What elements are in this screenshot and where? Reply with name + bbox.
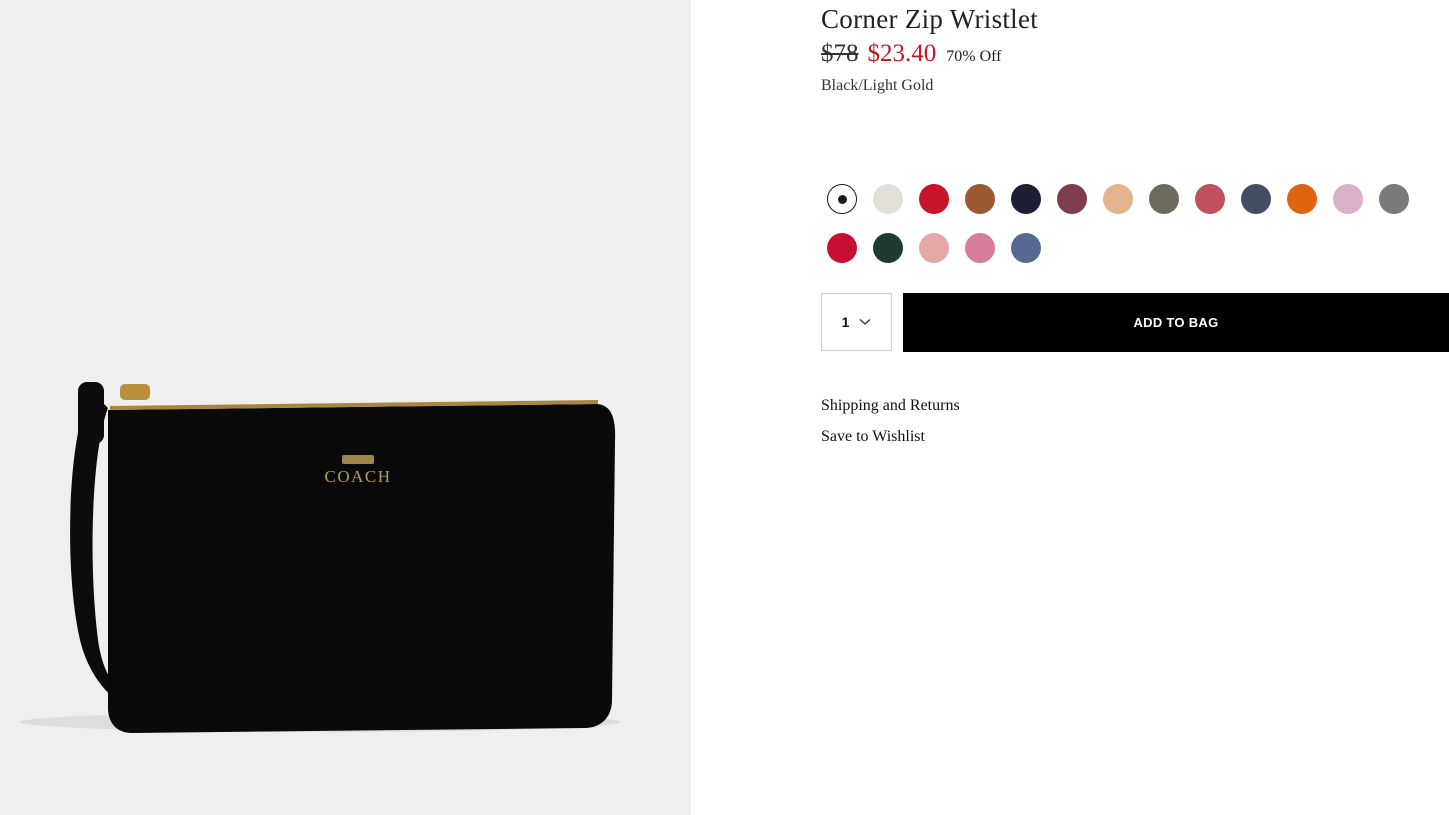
- color-swatch[interactable]: [919, 184, 949, 214]
- add-to-bag-button[interactable]: ADD TO BAG: [903, 293, 1449, 352]
- selected-color-name: Black/Light Gold: [821, 77, 934, 94]
- save-to-wishlist-link[interactable]: Save to Wishlist: [821, 428, 925, 446]
- discount-label: 70% Off: [946, 48, 1002, 65]
- color-swatch[interactable]: [919, 233, 949, 263]
- color-swatch[interactable]: [1011, 184, 1041, 214]
- color-swatch[interactable]: [827, 184, 857, 214]
- shipping-returns-link[interactable]: Shipping and Returns: [821, 397, 960, 415]
- chevron-down-icon: [859, 319, 871, 325]
- quantity-select[interactable]: 1: [821, 293, 892, 351]
- color-swatch[interactable]: [1287, 184, 1317, 214]
- wristlet-illustration: COACH: [20, 382, 620, 733]
- quantity-value: 1: [841, 314, 850, 330]
- product-page: COACH Corner Zip Wristlet $78 $23.40 70%…: [0, 0, 1449, 815]
- price-row: $78 $23.40 70% Off: [821, 40, 1002, 68]
- color-swatch[interactable]: [1333, 184, 1363, 214]
- color-swatch[interactable]: [1379, 184, 1409, 214]
- color-swatch[interactable]: [1011, 233, 1041, 263]
- color-swatch[interactable]: [1195, 184, 1225, 214]
- color-swatch[interactable]: [1241, 184, 1271, 214]
- swatch-row: [827, 233, 1427, 265]
- coach-logo: COACH: [324, 467, 391, 486]
- swatch-row: [827, 184, 1427, 216]
- color-swatch[interactable]: [965, 233, 995, 263]
- color-swatch[interactable]: [965, 184, 995, 214]
- product-details: Corner Zip Wristlet $78 $23.40 70% Off B…: [821, 0, 1449, 815]
- original-price: $78: [821, 40, 859, 67]
- product-title: Corner Zip Wristlet: [821, 4, 1039, 34]
- color-swatch[interactable]: [873, 233, 903, 263]
- color-swatch[interactable]: [1057, 184, 1087, 214]
- color-swatch[interactable]: [1103, 184, 1133, 214]
- color-swatch[interactable]: [873, 184, 903, 214]
- color-swatch[interactable]: [827, 233, 857, 263]
- color-swatches: [827, 184, 1427, 282]
- sale-price: $23.40: [867, 40, 937, 67]
- color-swatch[interactable]: [1149, 184, 1179, 214]
- product-image[interactable]: COACH: [0, 0, 691, 815]
